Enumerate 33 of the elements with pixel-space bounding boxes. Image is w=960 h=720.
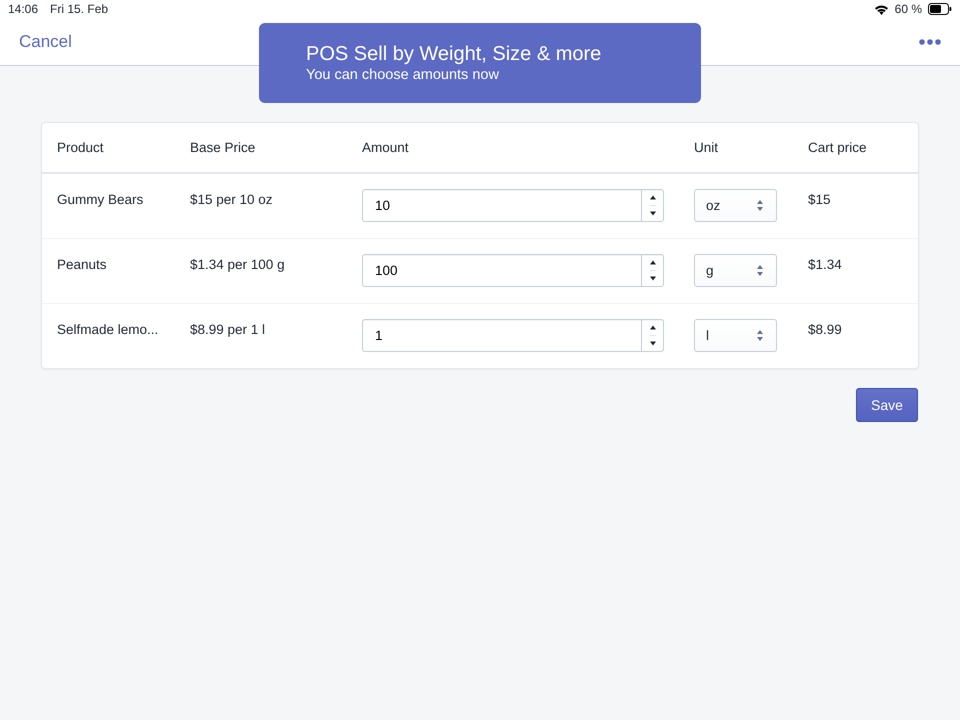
column-header: Base Price bbox=[190, 140, 256, 155]
banner-title: POS Sell by Weight, Size & more bbox=[306, 43, 602, 66]
wifi-icon bbox=[874, 4, 889, 14]
select-caret-icon bbox=[757, 330, 763, 341]
amount-field[interactable]: 100 bbox=[362, 254, 664, 287]
unit-select[interactable]: g bbox=[694, 254, 777, 287]
table-cell-text: $1.34 bbox=[808, 256, 843, 272]
table-cell-text: $8.99 bbox=[808, 321, 843, 337]
column-header: Cart price bbox=[808, 140, 868, 155]
status-time: 14:06 bbox=[8, 2, 38, 16]
select-caret-icon bbox=[757, 200, 763, 211]
save-button[interactable]: Save bbox=[856, 388, 918, 422]
table-cell-text: $1.34 per 100 g bbox=[190, 256, 286, 272]
unit-select[interactable]: oz bbox=[694, 189, 777, 222]
table-cell-text: $15 bbox=[808, 191, 832, 207]
more-icon[interactable] bbox=[919, 38, 941, 44]
table-cell-text: Selfmade lemo... bbox=[57, 321, 160, 337]
battery-percent: 60 % bbox=[894, 2, 922, 16]
amount-field[interactable]: 1 bbox=[362, 319, 664, 352]
banner-subtitle: You can choose amounts now bbox=[306, 67, 500, 83]
column-header: Amount bbox=[362, 140, 410, 155]
amount-field[interactable]: 10 bbox=[362, 189, 664, 222]
cancel-link[interactable]: Cancel bbox=[19, 32, 72, 52]
column-header: Product bbox=[57, 140, 105, 155]
table-cell-text: Peanuts bbox=[57, 256, 108, 272]
column-header: Unit bbox=[694, 140, 720, 155]
battery-icon bbox=[928, 3, 952, 15]
table-cell-text: Gummy Bears bbox=[57, 191, 144, 207]
unit-select[interactable]: l bbox=[694, 319, 777, 352]
select-caret-icon bbox=[757, 265, 763, 276]
table-cell-text: $8.99 per 1 l bbox=[190, 321, 266, 337]
status-date: Fri 15. Feb bbox=[50, 2, 108, 16]
table-cell-text: $15 per 10 oz bbox=[190, 191, 274, 207]
